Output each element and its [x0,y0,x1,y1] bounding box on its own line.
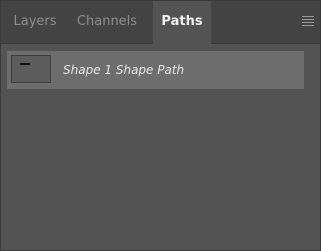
path-thumbnail [11,55,51,83]
path-list-item[interactable]: Shape 1 Shape Path [7,51,304,89]
path-name: Shape 1 Shape Path [63,63,185,77]
paths-panel: Layers Channels Paths Shape 1 Shape Path [0,0,321,251]
hamburger-menu-icon[interactable] [302,16,314,26]
path-thumbnail-mark [20,63,30,65]
panel-tab-bar: Layers Channels Paths [1,1,320,44]
tab-paths[interactable]: Paths [153,1,211,44]
tab-channels[interactable]: Channels [71,1,143,43]
tab-layers[interactable]: Layers [9,1,61,43]
